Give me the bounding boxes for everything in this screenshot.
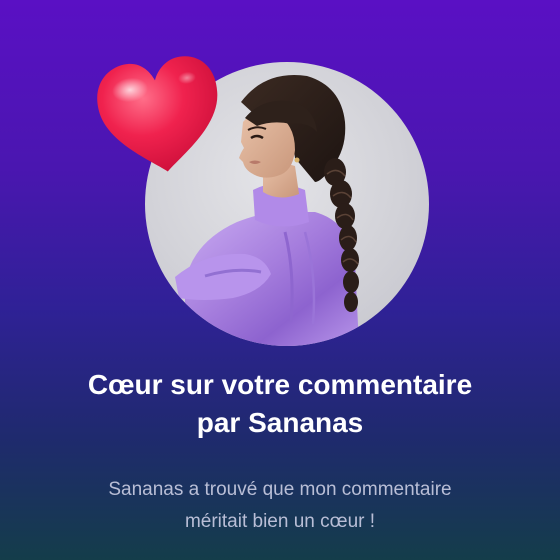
notification-title: Cœur sur votre commentaire par Sananas — [0, 366, 560, 442]
notification-message: Sananas a trouvé que mon commentaire mér… — [0, 474, 560, 538]
notification-card: Cœur sur votre commentaire par Sananas S… — [0, 0, 560, 560]
notification-message-line1: Sananas a trouvé que mon commentaire — [108, 479, 452, 500]
notification-message-line2: méritait bien un cœur ! — [184, 511, 376, 532]
heart-icon — [97, 56, 218, 172]
notification-title-line1: Cœur sur votre commentaire — [87, 369, 473, 400]
notification-title-line2: par Sananas — [196, 407, 364, 438]
